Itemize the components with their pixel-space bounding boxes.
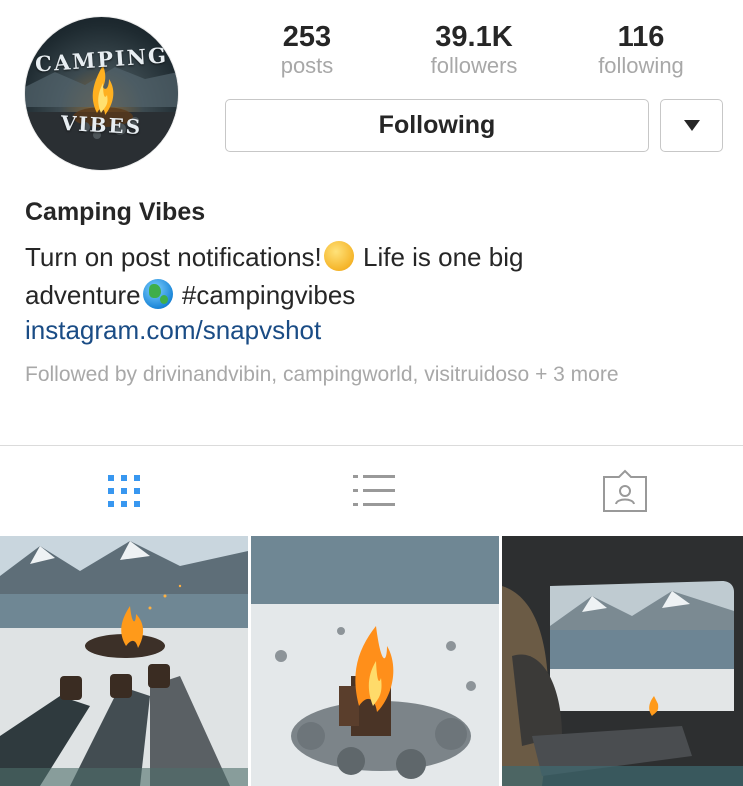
post-thumbnail-1[interactable] (0, 536, 248, 786)
following-button[interactable]: Following (225, 99, 649, 152)
smiling-face-emoji-icon (323, 241, 354, 271)
profile-avatar[interactable]: CAMPING VIBES (25, 17, 178, 170)
profile-bio: Turn on post notifications! Life is one … (25, 238, 705, 314)
posts-count: 253 (282, 21, 332, 53)
following-count: 116 (617, 21, 665, 53)
bio-text-2: Life is one big (355, 242, 524, 272)
post-grid (0, 536, 743, 786)
triangle-down-icon (683, 119, 700, 131)
tab-grid-view[interactable] (94, 466, 154, 516)
profile-name: Camping Vibes (25, 198, 206, 226)
bio-hashtag[interactable]: #campingvibes (175, 280, 355, 310)
grid-icon (108, 475, 140, 507)
post-thumbnail-2[interactable] (251, 536, 499, 786)
tab-tagged-photos[interactable] (595, 466, 655, 516)
posts-label: posts (280, 53, 334, 78)
tagged-person-icon (603, 469, 647, 512)
following-label: following (598, 53, 684, 78)
globe-emoji-icon (142, 279, 173, 309)
suggestions-dropdown-button[interactable] (660, 99, 723, 152)
post-thumbnail-3[interactable] (502, 536, 743, 786)
campfire-avatar-image (25, 65, 178, 170)
bio-text-1: Turn on post notifications! (25, 242, 322, 272)
van-lake-view-photo (502, 536, 743, 786)
stat-followers[interactable]: 39.1K followers (404, 20, 544, 78)
followers-label: followers (430, 53, 518, 78)
section-divider (0, 445, 743, 446)
followers-count: 39.1K (435, 21, 513, 53)
list-icon (353, 475, 395, 506)
campfire-feet-photo (0, 536, 248, 786)
campfire-closeup-photo (251, 536, 499, 786)
stat-posts[interactable]: 253 posts (237, 20, 377, 78)
tab-list-view[interactable] (344, 466, 404, 516)
followed-by-text[interactable]: Followed by drivinandvibin, campingworld… (25, 361, 715, 389)
bio-text-3: adventure (25, 280, 141, 310)
stat-following[interactable]: 116 following (571, 20, 711, 78)
profile-website-link[interactable]: instagram.com/snapvshot (25, 315, 321, 346)
